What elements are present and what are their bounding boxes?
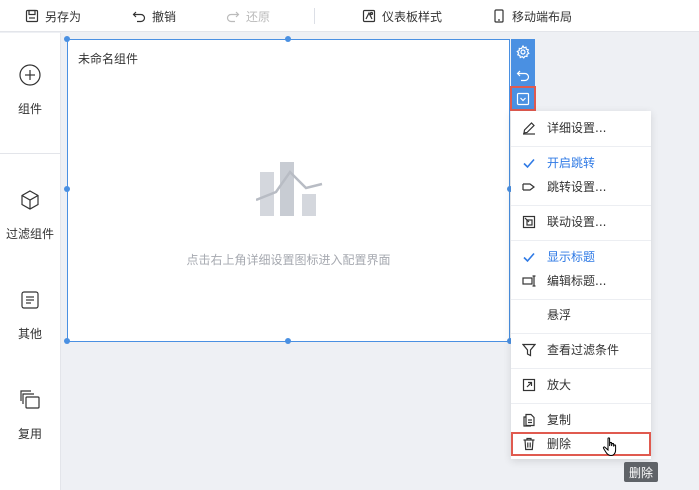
sidebar-divider (0, 153, 60, 154)
widget-title: 未命名组件 (78, 52, 139, 66)
save-icon (25, 9, 39, 23)
save-as-button[interactable]: 另存为 (25, 0, 81, 32)
sidebar-item-label: 复用 (17, 427, 42, 441)
widget-settings-button[interactable] (511, 40, 535, 63)
menu-divider (511, 146, 651, 147)
dashboard-style-label: 仪表板样式 (382, 9, 443, 24)
resize-handle-top-left[interactable] (64, 36, 70, 42)
dashboard-style-button[interactable]: 仪表板样式 (362, 0, 442, 32)
hand-cursor-icon (602, 437, 617, 457)
menu-item-delete[interactable]: 删除 (511, 432, 651, 456)
menu-item-label: 编辑标题... (547, 274, 607, 288)
menu-item-label: 删除 (547, 437, 572, 451)
toolbar-divider (314, 8, 315, 24)
menu-item-float[interactable]: 悬浮 (511, 303, 651, 327)
undo-button[interactable]: 撤销 (132, 0, 176, 32)
menu-item-label: 放大 (547, 378, 572, 392)
undo-label: 撤销 (152, 9, 177, 24)
menu-item-show-title[interactable]: 显示标题 (511, 245, 651, 269)
undo-icon (516, 70, 530, 81)
menu-item-edit-title[interactable]: 编辑标题... (511, 269, 651, 293)
widget-context-menu: 详细设置... 开启跳转 跳转设置... 联动设置... 显示标题 编辑标题..… (511, 111, 651, 459)
menu-item-view-filter[interactable]: 查看过滤条件 (511, 338, 651, 362)
edit-title-icon (522, 275, 536, 287)
pencil-icon (523, 122, 535, 135)
sidebar-item-filter-components[interactable]: 过滤组件 (0, 189, 60, 242)
list-icon (21, 291, 39, 309)
menu-item-enable-jump[interactable]: 开启跳转 (511, 151, 651, 175)
menu-divider (511, 205, 651, 206)
filter-icon (522, 343, 536, 357)
copy-icon (523, 413, 535, 427)
sidebar-item-label: 其他 (17, 327, 42, 341)
widget-toolbar (510, 39, 536, 111)
menu-item-detail-settings[interactable]: 详细设置... (511, 116, 651, 140)
dropdown-icon (516, 92, 530, 105)
dashboard-style-icon (362, 9, 376, 23)
stack-icon (20, 390, 40, 409)
resize-handle-left[interactable] (64, 186, 70, 192)
check-icon (523, 158, 535, 169)
jump-icon (522, 183, 535, 191)
link-icon (522, 215, 536, 229)
plus-circle-icon (19, 64, 41, 86)
widget-undo-button[interactable] (511, 63, 535, 86)
menu-item-label: 详细设置... (547, 121, 607, 135)
left-sidebar: 组件 过滤组件 其他 复用 (0, 33, 61, 490)
top-toolbar: 另存为 撤销 还原 仪表板样式 移动端布局 (0, 0, 699, 32)
sidebar-item-other[interactable]: 其他 (0, 289, 60, 342)
menu-item-label: 跳转设置... (547, 180, 607, 194)
mobile-icon (494, 9, 504, 23)
cube-icon (21, 190, 39, 210)
menu-item-jump-settings[interactable]: 跳转设置... (511, 175, 651, 199)
mobile-layout-button[interactable]: 移动端布局 (492, 0, 572, 32)
delete-tooltip: 删除 (624, 462, 658, 482)
menu-divider (511, 240, 651, 241)
menu-divider (511, 299, 651, 300)
menu-divider (511, 333, 651, 334)
menu-item-label: 联动设置... (547, 215, 607, 229)
mobile-layout-label: 移动端布局 (512, 9, 573, 24)
resize-handle-top[interactable] (285, 36, 291, 42)
redo-icon (226, 11, 240, 23)
menu-item-copy[interactable]: 复制 (511, 408, 651, 432)
widget-dropdown-button[interactable] (510, 86, 536, 111)
resize-handle-bottom[interactable] (285, 338, 291, 344)
sidebar-item-label: 过滤组件 (5, 227, 54, 241)
menu-item-label: 显示标题 (547, 250, 596, 264)
redo-button[interactable]: 还原 (226, 0, 270, 32)
sidebar-item-reuse[interactable]: 复用 (0, 389, 60, 442)
undo-icon (132, 11, 146, 23)
gear-icon (516, 44, 530, 59)
menu-item-label: 开启跳转 (547, 156, 596, 170)
unnamed-widget[interactable]: 未命名组件 点击右上角详细设置图标进入配置界面 (67, 39, 510, 342)
expand-icon (522, 378, 536, 392)
widget-placeholder-text: 点击右上角详细设置图标进入配置界面 (186, 253, 391, 267)
sidebar-item-label: 组件 (17, 102, 42, 116)
save-as-label: 另存为 (45, 9, 82, 24)
redo-label: 还原 (246, 9, 271, 24)
chart-placeholder-icon (256, 162, 323, 216)
menu-item-label: 悬浮 (547, 308, 572, 322)
sidebar-item-components[interactable]: 组件 (0, 64, 60, 117)
menu-item-linkage-settings[interactable]: 联动设置... (511, 210, 651, 234)
menu-item-label: 查看过滤条件 (547, 343, 620, 357)
resize-handle-bottom-left[interactable] (64, 338, 70, 344)
menu-divider (511, 403, 651, 404)
trash-icon (523, 437, 535, 451)
menu-item-label: 复制 (547, 413, 572, 427)
check-icon (523, 252, 535, 263)
menu-item-zoom[interactable]: 放大 (511, 373, 651, 397)
menu-divider (511, 368, 651, 369)
